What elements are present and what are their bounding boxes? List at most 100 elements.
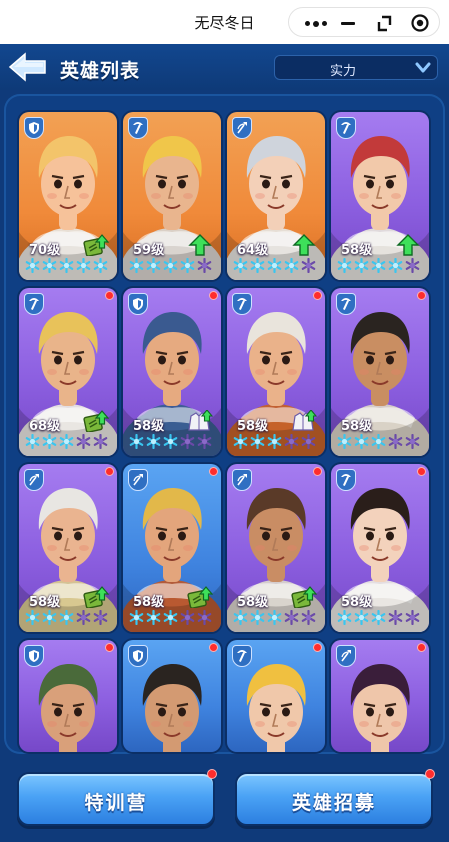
snowflake-star-icon <box>301 609 316 626</box>
snowflake-star-icon <box>59 609 74 626</box>
hero-card[interactable]: 59级 <box>123 112 221 280</box>
snowflake-star-icon <box>180 609 195 626</box>
hero-level: 58级 <box>341 419 373 434</box>
snowflake-star-icon <box>337 609 352 626</box>
snowflake-star-icon <box>163 609 178 626</box>
snowflake-star-icon <box>284 433 299 450</box>
snowflake-star-icon <box>250 433 265 450</box>
hero-card[interactable]: 58级 <box>123 464 221 632</box>
notification-dot <box>209 467 218 476</box>
snowflake-star-icon <box>42 609 57 626</box>
snowflake-star-icon <box>163 433 178 450</box>
hero-level: 58级 <box>133 595 165 610</box>
hero-card[interactable]: 70级 <box>19 112 117 280</box>
chevron-down-icon <box>415 62 431 73</box>
notification-dot <box>207 769 217 779</box>
notification-dot <box>425 769 435 779</box>
minimize-button[interactable] <box>331 8 367 38</box>
pick-class-icon <box>24 293 44 315</box>
hero-card[interactable]: 58级 <box>123 288 221 456</box>
pick-class-icon <box>128 117 148 139</box>
snowflake-star-icon <box>284 257 299 274</box>
snowflake-star-icon <box>337 257 352 274</box>
snowflake-star-icon <box>233 433 248 450</box>
snowflake-star-icon <box>59 257 74 274</box>
hero-recruit-label: 英雄招募 <box>291 792 376 814</box>
hero-level: 58级 <box>133 419 165 434</box>
snowflake-star-icon <box>250 609 265 626</box>
snowflake-star-icon <box>284 609 299 626</box>
pick-class-icon <box>336 117 356 139</box>
notification-dot <box>209 291 218 300</box>
hero-level: 58级 <box>237 595 269 610</box>
minimize-icon <box>341 22 355 25</box>
snowflake-star-icon <box>388 257 403 274</box>
hero-level: 70级 <box>29 243 61 258</box>
more-button[interactable] <box>297 8 333 38</box>
upgrade-available-icon <box>291 586 318 609</box>
shield-class-icon <box>128 645 148 667</box>
hero-card[interactable] <box>227 640 325 752</box>
hero-card[interactable]: 58级 <box>331 464 429 632</box>
hero-level: 59级 <box>133 243 165 258</box>
page-header: 英雄列表 实力 <box>0 44 449 90</box>
upgrade-available-icon <box>291 234 317 256</box>
training-camp-button[interactable]: 特训营 <box>17 769 217 826</box>
snowflake-star-icon <box>267 433 282 450</box>
hero-card[interactable] <box>19 640 117 752</box>
hero-card[interactable] <box>331 640 429 752</box>
snowflake-star-icon <box>354 609 369 626</box>
hero-card[interactable]: 64级 <box>227 112 325 280</box>
shield-class-icon <box>24 645 44 667</box>
snowflake-star-icon <box>371 609 386 626</box>
hero-card[interactable]: 58级 <box>19 464 117 632</box>
hero-level: 58级 <box>341 243 373 258</box>
pick-class-icon <box>232 645 252 667</box>
snowflake-star-icon <box>197 257 212 274</box>
back-button[interactable] <box>8 52 48 82</box>
snowflake-star-icon <box>146 609 161 626</box>
hero-card[interactable]: 58级 <box>331 112 429 280</box>
pick-class-icon <box>336 293 356 315</box>
upgrade-available-icon <box>187 586 214 609</box>
hero-card[interactable]: 58级 <box>331 288 429 456</box>
snowflake-star-icon <box>354 257 369 274</box>
sort-dropdown[interactable]: 实力 <box>274 55 438 80</box>
notification-dot <box>313 643 322 652</box>
snowflake-star-icon <box>129 257 144 274</box>
close-button[interactable] <box>403 8 439 38</box>
snowflake-star-icon <box>405 433 420 450</box>
snowflake-star-icon <box>93 433 108 450</box>
notification-dot <box>417 467 426 476</box>
more-icon <box>305 20 327 27</box>
pick-class-icon <box>232 293 252 315</box>
restore-button[interactable] <box>367 8 403 38</box>
snowflake-star-icon <box>42 257 57 274</box>
shield-class-icon <box>128 293 148 315</box>
upgrade-available-icon <box>83 234 110 257</box>
snowflake-star-icon <box>301 257 316 274</box>
hero-card[interactable] <box>123 640 221 752</box>
snowflake-star-icon <box>180 433 195 450</box>
snowflake-star-icon <box>146 433 161 450</box>
snowflake-star-icon <box>76 257 91 274</box>
snowflake-star-icon <box>405 257 420 274</box>
snowflake-star-icon <box>76 609 91 626</box>
hero-card[interactable]: 68级 <box>19 288 117 456</box>
snowflake-star-icon <box>405 609 420 626</box>
restore-icon <box>377 15 392 32</box>
snowflake-star-icon <box>301 433 316 450</box>
notification-dot <box>313 291 322 300</box>
hero-card[interactable]: 58级 <box>227 288 325 456</box>
hero-card[interactable]: 58级 <box>227 464 325 632</box>
hero-level: 58级 <box>341 595 373 610</box>
notification-dot <box>313 467 322 476</box>
snowflake-star-icon <box>371 433 386 450</box>
snowflake-star-icon <box>267 609 282 626</box>
hero-list-panel[interactable]: 70级 59级 64级 58级 68级 58级 58级 58级 58级 58级 58级 58级 <box>4 94 445 754</box>
snowflake-star-icon <box>197 609 212 626</box>
sort-selected-value: 实力 <box>329 64 356 79</box>
snowflake-star-icon <box>93 257 108 274</box>
hero-recruit-button[interactable]: 英雄招募 <box>235 769 435 826</box>
snowflake-star-icon <box>25 433 40 450</box>
